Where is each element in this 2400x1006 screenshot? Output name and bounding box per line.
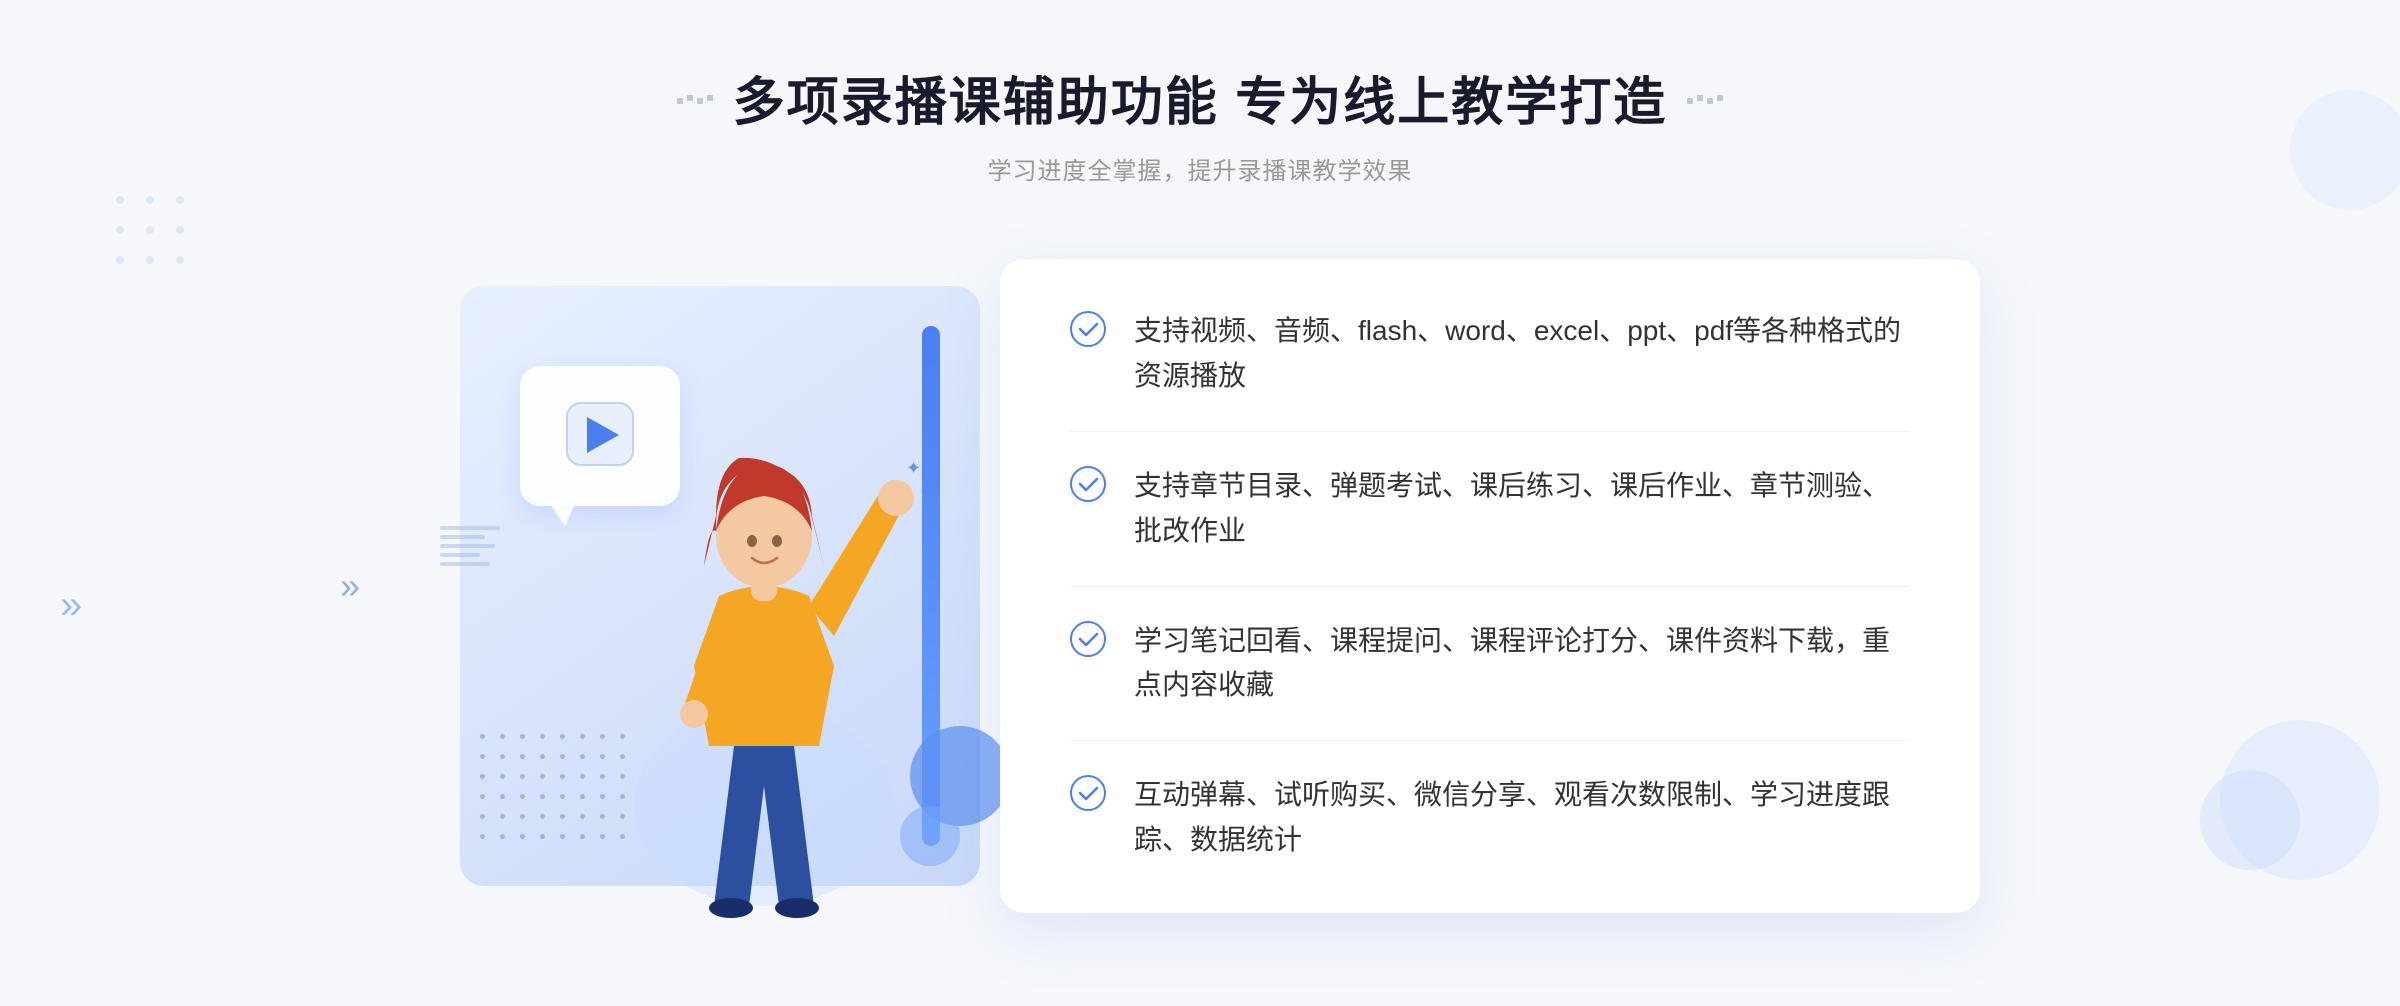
page-title: 多项录播课辅助功能 专为线上教学打造 xyxy=(733,60,1667,135)
illustration-area: ✦ · xyxy=(420,246,1040,926)
feature-text-1: 支持视频、音频、flash、word、excel、ppt、pdf等各种格式的资源… xyxy=(1134,309,1910,399)
page-arrows-decoration: » xyxy=(60,583,82,628)
feature-item-3: 学习笔记回看、课程提问、课程评论打分、课件资料下载，重点内容收藏 xyxy=(1070,587,1910,742)
right-decorator xyxy=(1687,92,1723,104)
features-panel: 支持视频、音频、flash、word、excel、ppt、pdf等各种格式的资源… xyxy=(1000,259,1980,912)
title-row: 多项录播课辅助功能 专为线上教学打造 xyxy=(677,60,1723,135)
svg-text:✦: ✦ xyxy=(906,458,921,478)
person-figure: ✦ · xyxy=(594,386,934,926)
check-icon-4 xyxy=(1070,775,1106,811)
header-section: 多项录播课辅助功能 专为线上教学打造 学习进度全掌握，提升录播课教学效果 xyxy=(677,60,1723,186)
feature-text-3: 学习笔记回看、课程提问、课程评论打分、课件资料下载，重点内容收藏 xyxy=(1134,619,1910,709)
check-icon-3 xyxy=(1070,621,1106,657)
feature-text-2: 支持章节目录、弹题考试、课后练习、课后作业、章节测验、批改作业 xyxy=(1134,464,1910,554)
check-icon-1 xyxy=(1070,311,1106,347)
svg-text:·: · xyxy=(919,483,923,497)
feature-item-4: 互动弹幕、试听购买、微信分享、观看次数限制、学习进度跟踪、数据统计 xyxy=(1070,741,1910,863)
feature-text-4: 互动弹幕、试听购买、微信分享、观看次数限制、学习进度跟踪、数据统计 xyxy=(1134,773,1910,863)
feature-item-1: 支持视频、音频、flash、word、excel、ppt、pdf等各种格式的资源… xyxy=(1070,309,1910,432)
content-section: » xyxy=(400,246,2000,926)
left-decorator xyxy=(677,92,713,104)
feature-item-2: 支持章节目录、弹题考试、课后练习、课后作业、章节测验、批改作业 xyxy=(1070,432,1910,587)
lines-decoration xyxy=(440,526,500,566)
page-container: 多项录播课辅助功能 专为线上教学打造 学习进度全掌握，提升录播课教学效果 » xyxy=(0,0,2400,1006)
check-icon-2 xyxy=(1070,466,1106,502)
left-arrows-decoration: » xyxy=(340,565,360,607)
page-subtitle: 学习进度全掌握，提升录播课教学效果 xyxy=(677,151,1723,186)
